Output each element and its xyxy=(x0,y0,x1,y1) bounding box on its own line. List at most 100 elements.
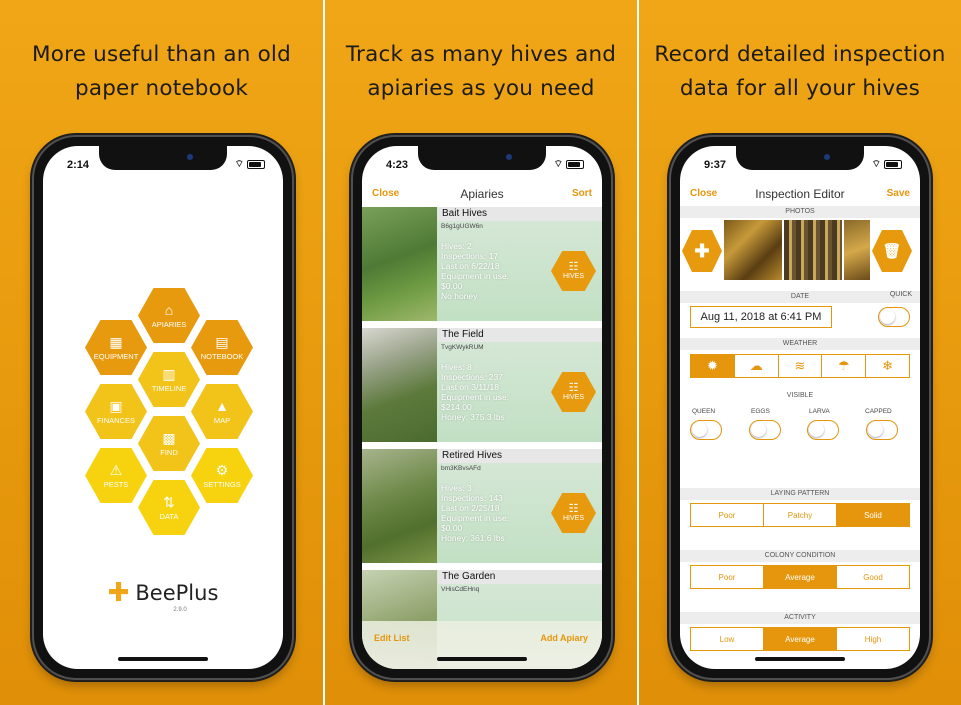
hives-button[interactable]: ☷ HIVES xyxy=(551,372,596,412)
apiary-name: Retired Hives xyxy=(438,449,602,463)
equipment-value: $214.00 xyxy=(441,402,472,412)
rain-icon[interactable]: ☂ xyxy=(822,355,867,377)
inspection-photo[interactable] xyxy=(724,220,782,280)
hives-button-label: HIVES xyxy=(562,515,584,522)
menu-apiaries[interactable]: ⌂ APIARIES xyxy=(138,288,200,343)
status-time: 2:14 xyxy=(67,159,90,171)
visible-eggs-label: EGGS xyxy=(751,408,770,415)
timeline-icon: ▥ xyxy=(162,366,176,382)
wind-icon[interactable]: ≋ xyxy=(779,355,823,377)
equipment-icon: ▦ xyxy=(109,334,123,350)
equipment-value: $0.00 xyxy=(441,281,463,291)
panel-inspection: Record detailed inspection data for all … xyxy=(639,0,961,705)
save-button[interactable]: Save xyxy=(887,188,910,199)
visible-larva-label: LARVA xyxy=(809,408,830,415)
apiary-row[interactable]: The Field TvgKWykRUM Hives: 8 Inspection… xyxy=(362,328,602,442)
laying-option-solid[interactable]: Solid xyxy=(837,504,909,526)
caption-line-1: More useful than an old xyxy=(32,42,291,67)
photos-header: PHOTOS xyxy=(680,206,920,218)
plus-logo-icon: ✚ xyxy=(107,578,130,608)
menu-pests[interactable]: ⚠ PESTS xyxy=(85,448,147,503)
menu-notebook[interactable]: ▤ NOTEBOOK xyxy=(191,320,253,375)
equipment-label: Equipment in use: xyxy=(441,392,510,402)
apiary-stats: Hives: 2 Inspections: 17 Last on 6/22/18… xyxy=(441,241,509,301)
eggs-toggle[interactable] xyxy=(749,420,781,440)
caption: More useful than an old paper notebook xyxy=(0,38,323,106)
gear-icon: ⚙ xyxy=(215,462,229,478)
inspection-count: Inspections: 17 xyxy=(441,251,499,261)
trash-icon[interactable]: 🗑 xyxy=(872,230,912,272)
sun-icon[interactable]: ✹ xyxy=(691,355,735,377)
capped-toggle[interactable] xyxy=(866,420,898,440)
activity-option-high[interactable]: High xyxy=(837,628,909,650)
edit-list-button[interactable]: Edit List xyxy=(374,633,410,643)
laying-pattern-selector: Poor Patchy Solid xyxy=(690,503,910,527)
apiary-photo xyxy=(362,449,437,563)
apiary-code: VHisCdEHnq xyxy=(441,586,480,593)
caption: Track as many hives and apiaries as you … xyxy=(325,38,637,106)
honey-amount: No honey xyxy=(441,291,478,301)
panel-home: More useful than an old paper notebook 2… xyxy=(0,0,323,705)
battery-icon xyxy=(247,160,265,169)
colony-option-good[interactable]: Good xyxy=(837,566,909,588)
equipment-label: Equipment in use: xyxy=(441,271,510,281)
queen-toggle[interactable] xyxy=(690,420,722,440)
menu-finances[interactable]: ▣ FINANCES xyxy=(85,384,147,439)
menu-settings[interactable]: ⚙ SETTINGS xyxy=(191,448,253,503)
date-header: DATE xyxy=(680,291,920,303)
hives-button[interactable]: ☷ HIVES xyxy=(551,493,596,533)
laying-option-patchy[interactable]: Patchy xyxy=(764,504,837,526)
date-field[interactable]: Aug 11, 2018 at 6:41 PM xyxy=(690,306,832,328)
finances-icon: ▣ xyxy=(109,398,123,414)
colony-option-average[interactable]: Average xyxy=(764,566,837,588)
activity-option-average[interactable]: Average xyxy=(764,628,837,650)
inspection-photo[interactable] xyxy=(844,220,870,280)
apiary-stats: Hives: 3 Inspections: 143 Last on 2/25/1… xyxy=(441,483,509,543)
hives-button-label: HIVES xyxy=(562,273,584,280)
apiary-icon: ⌂ xyxy=(164,302,174,318)
notch xyxy=(99,146,227,170)
caption-line-2: data for all your hives xyxy=(679,76,921,101)
caption: Record detailed inspection data for all … xyxy=(639,38,961,106)
menu-map[interactable]: ▲ MAP xyxy=(191,384,253,439)
apiary-photo xyxy=(362,328,437,442)
inspection-photo[interactable] xyxy=(784,220,842,280)
brand: ✚ BeePlus 2.9.0 xyxy=(43,578,283,613)
menu-finances-label: FINANCES xyxy=(97,416,135,425)
larva-toggle[interactable] xyxy=(807,420,839,440)
hives-button[interactable]: ☷ HIVES xyxy=(551,251,596,291)
wifi-icon: ⌔ xyxy=(871,159,881,170)
visible-queen-label: QUEEN xyxy=(692,408,716,415)
beeplus-logo: ✚ BeePlus xyxy=(107,578,219,608)
caption-line-2: paper notebook xyxy=(74,76,248,101)
snow-icon[interactable]: ❄ xyxy=(866,355,909,377)
notch xyxy=(418,146,546,170)
home-indicator xyxy=(755,657,845,661)
colony-condition-selector: Poor Average Good xyxy=(690,565,910,589)
plus-icon[interactable]: ✚ xyxy=(682,230,722,272)
phone-frame: 9:37 ⌔ Close Inspection Editor Save PHOT… xyxy=(669,135,931,680)
add-apiary-button[interactable]: Add Apiary xyxy=(540,633,588,643)
phone-frame: 4:23 ⌔ Close Apiaries Sort Bait Hives B6… xyxy=(351,135,613,680)
menu-timeline[interactable]: ▥ TIMELINE xyxy=(138,352,200,407)
colony-option-poor[interactable]: Poor xyxy=(691,566,764,588)
menu-equipment-label: EQUIPMENT xyxy=(93,352,139,361)
caption-line-1: Track as many hives and xyxy=(345,42,617,67)
last-inspection: Last on 6/22/18 xyxy=(441,261,500,271)
menu-data[interactable]: ⇅ DATA xyxy=(138,480,200,535)
map-icon: ▲ xyxy=(215,398,229,414)
colony-condition-header: COLONY CONDITION xyxy=(680,550,920,562)
hive-count: Hives: 3 xyxy=(441,483,472,493)
quick-toggle[interactable] xyxy=(878,307,910,327)
menu-equipment[interactable]: ▦ EQUIPMENT xyxy=(85,320,147,375)
cloud-icon[interactable]: ☁ xyxy=(735,355,779,377)
apiary-row[interactable]: Bait Hives B6g1gUGW6n Hives: 2 Inspectio… xyxy=(362,207,602,321)
laying-option-poor[interactable]: Poor xyxy=(691,504,764,526)
menu-find[interactable]: ▩ FIND xyxy=(138,416,200,471)
activity-option-low[interactable]: Low xyxy=(691,628,764,650)
nav-bar: Close Apiaries Sort xyxy=(362,182,602,206)
hive-icon: ☷ xyxy=(568,503,579,515)
apiary-row[interactable]: Retired Hives bm3KBvsAFd Hives: 3 Inspec… xyxy=(362,449,602,563)
wifi-icon: ⌔ xyxy=(553,159,563,170)
sort-button[interactable]: Sort xyxy=(572,188,592,199)
